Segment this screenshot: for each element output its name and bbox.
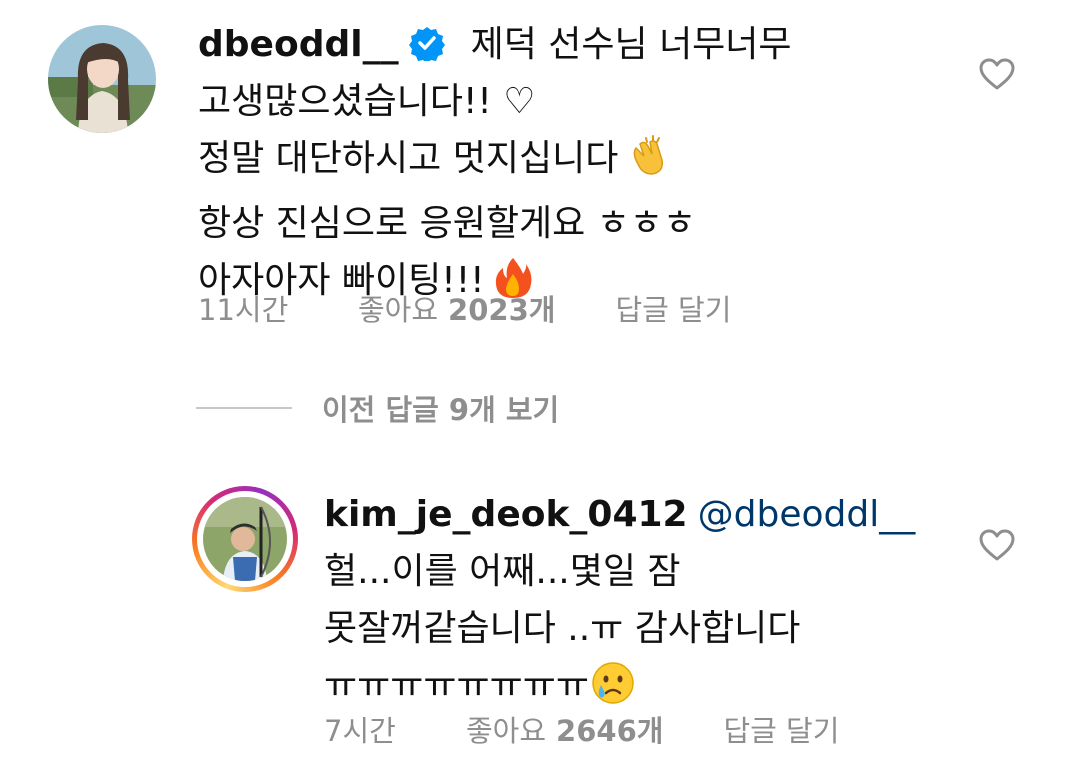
comment-line: 제덕 선수님 너무너무 bbox=[470, 24, 792, 65]
comment-timestamp: 11시간 bbox=[198, 293, 289, 327]
reply-meta: 7시간 좋아요 2646개 답글 달기 bbox=[324, 708, 839, 750]
reply-line: 못잘꺼같습니다 ..ㅠ 감사합니다 bbox=[324, 608, 801, 649]
avatar[interactable] bbox=[203, 497, 287, 581]
comment-username[interactable]: dbeoddl__ bbox=[198, 24, 399, 65]
avatar[interactable] bbox=[48, 25, 156, 133]
reply-timestamp: 7시간 bbox=[324, 714, 396, 748]
divider bbox=[196, 407, 292, 409]
reply-username[interactable]: kim_je_deok_0412 bbox=[324, 494, 688, 535]
verified-badge-icon bbox=[408, 21, 445, 63]
view-replies-label[interactable]: 이전 답글 9개 보기 bbox=[322, 387, 559, 429]
comment-meta: 11시간 좋아요 2023개 답글 달기 bbox=[198, 287, 731, 329]
reply-line: 헐...이를 어째...몇일 잠 bbox=[324, 551, 681, 592]
reply-button[interactable]: 답글 달기 bbox=[723, 708, 839, 750]
likes-count[interactable]: 2646개 bbox=[556, 708, 663, 750]
clap-emoji-icon bbox=[626, 134, 670, 195]
reply-line: ㅠㅠㅠㅠㅠㅠㅠㅠ bbox=[324, 665, 589, 706]
reply-body: kim_je_deok_0412 @dbeoddl__ 헐...이를 어째...몇… bbox=[324, 486, 915, 722]
comment-body: dbeoddl__ 제덕 선수님 너무너무 고생많으셨습니다!! ♡ 정말 대단하… bbox=[198, 16, 792, 317]
likes-count[interactable]: 2023개 bbox=[448, 287, 555, 329]
likes-label[interactable]: 좋아요 bbox=[466, 708, 546, 750]
reply-button[interactable]: 답글 달기 bbox=[615, 287, 731, 329]
comment-line: 항상 진심으로 응원할게요 ㅎㅎㅎ bbox=[198, 203, 697, 244]
view-previous-replies[interactable]: 이전 답글 9개 보기 bbox=[196, 388, 559, 428]
heart-icon[interactable] bbox=[978, 57, 1016, 91]
mention-link[interactable]: @dbeoddl__ bbox=[698, 494, 916, 535]
comment-line: 정말 대단하시고 멋지십니다 bbox=[198, 138, 619, 179]
comment-line: 고생많으셨습니다!! ♡ bbox=[198, 81, 536, 122]
heart-icon[interactable] bbox=[978, 528, 1016, 562]
story-ring[interactable] bbox=[192, 486, 298, 592]
likes-label[interactable]: 좋아요 bbox=[358, 287, 438, 329]
